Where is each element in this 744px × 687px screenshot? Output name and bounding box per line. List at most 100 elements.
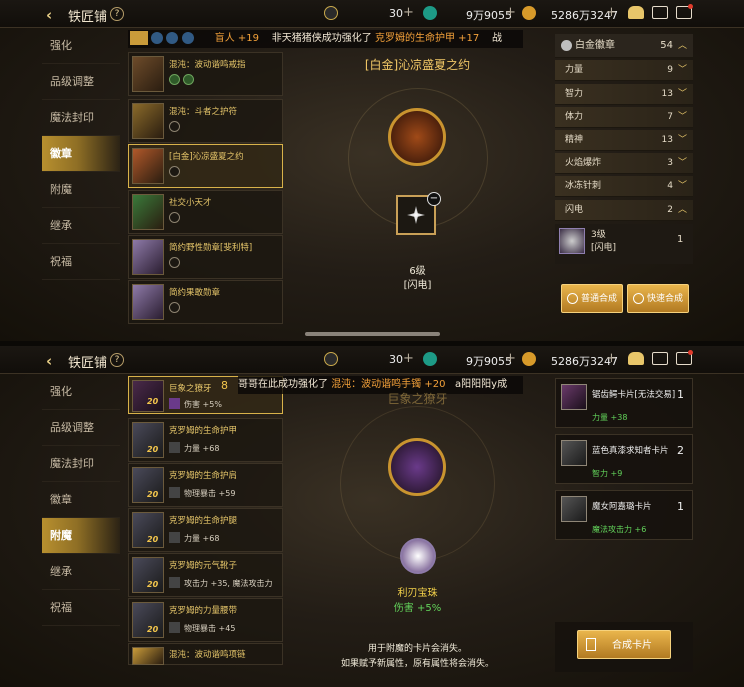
page-title: 铁匠铺 (68, 356, 108, 371)
card-item[interactable]: 锯齿鳄卡片[无法交易] 力量 +38 1 (555, 378, 693, 428)
coin-icon (324, 6, 338, 20)
help-icon[interactable]: ? (110, 7, 124, 21)
mail-icon[interactable] (652, 352, 668, 365)
treasure-icon[interactable] (628, 6, 644, 19)
chevron-up-icon[interactable]: ︿ (678, 200, 687, 221)
fast-combine-button[interactable]: 快速合成 (627, 284, 689, 313)
chevron-up-icon[interactable]: ︿ (678, 34, 687, 58)
list-item[interactable]: 20 克罗姆的生命护甲 力量 +68 (128, 418, 283, 462)
combine-cards-button[interactable]: 合成卡片 (577, 630, 671, 659)
list-item[interactable]: 社交小天才 (128, 190, 283, 234)
nav-bless[interactable]: 祝福 (42, 244, 120, 280)
stat-row[interactable]: 智力 13 ﹀ (555, 84, 693, 105)
plus-icon[interactable]: + (403, 5, 414, 20)
ticker-text-d: 战 (491, 33, 502, 44)
list-item[interactable]: 简约野性勋章[斐利特] (128, 235, 283, 279)
stat-row[interactable]: 体力 7 ﹀ (555, 107, 693, 128)
list-item[interactable]: 20 克罗姆的力量腰带 物理暴击 +45 (128, 598, 283, 642)
remove-badge-button[interactable]: − (427, 192, 441, 206)
nav-grade[interactable]: 品级调整 (42, 410, 120, 446)
list-item[interactable]: 简约果敢勋章 (128, 280, 283, 324)
nav-seal[interactable]: 魔法封印 (42, 100, 120, 136)
item-name: 克罗姆的元气靴子 (169, 561, 238, 571)
plus-icon[interactable]: + (606, 5, 617, 20)
socket-icon (169, 212, 180, 223)
combine-icon (633, 293, 644, 304)
stat-label: 力量 (565, 65, 584, 75)
chevron-down-icon[interactable]: ﹀ (678, 176, 687, 197)
stat-value: 7 (667, 112, 673, 122)
stat-row[interactable]: 精神 13 ﹀ (555, 130, 693, 151)
plus-icon[interactable]: + (403, 351, 414, 366)
stat-row[interactable]: 闪电 2 ︿ (555, 200, 693, 221)
list-item-selected[interactable]: [白金]沁凉盛夏之约 (128, 144, 283, 188)
item-name: [白金]沁凉盛夏之约 (169, 152, 244, 162)
nav-bless[interactable]: 祝福 (42, 590, 120, 626)
gem-slot-icon[interactable] (400, 538, 436, 574)
nav-enchant[interactable]: 附魔 (42, 518, 120, 554)
note-line-1: 用于附魔的卡片会消失。 (367, 644, 467, 654)
nav-inherit[interactable]: 继承 (42, 554, 120, 590)
notification-dot (688, 4, 693, 9)
plus-icon[interactable]: + (505, 351, 516, 366)
list-item[interactable]: 20 克罗姆的生命护肩 物理暴击 +59 (128, 463, 283, 507)
nav-grade[interactable]: 品级调整 (42, 64, 120, 100)
treasure-icon[interactable] (628, 352, 644, 365)
chevron-down-icon[interactable]: ﹀ (678, 107, 687, 128)
card-thumb (561, 496, 587, 522)
chevron-down-icon[interactable]: ﹀ (678, 130, 687, 151)
gold-icon (522, 6, 536, 20)
sidebar: 强化 品级调整 魔法封印 徽章 附魔 继承 祝福 (42, 374, 120, 684)
item-thumb (132, 647, 164, 665)
stat-row[interactable]: 冰冻针刺 4 ﹀ (555, 176, 693, 197)
item-name: 混沌：斗者之护符 (169, 107, 238, 117)
sub-item-row[interactable]: 3级 [闪电] 1 (555, 224, 693, 264)
nav-inherit[interactable]: 继承 (42, 208, 120, 244)
normal-combine-button[interactable]: 普通合成 (561, 284, 623, 313)
list-item[interactable]: 混沌：波动谐鸣项链 (128, 643, 283, 665)
chevron-down-icon[interactable]: ﹀ (678, 84, 687, 105)
item-level: 20 (147, 535, 159, 544)
ticker-text-b: 混沌：波动谐鸣手镯 +20 (331, 379, 446, 390)
item-stat: 攻击力 +35, 魔法攻击力 (184, 579, 273, 588)
stat-row[interactable]: 力量 9 ﹀ (555, 60, 693, 81)
stat-label: 火焰爆炸 (565, 158, 602, 168)
card-slot-icon (169, 532, 180, 543)
mail-icon[interactable] (652, 6, 668, 19)
chevron-down-icon[interactable]: ﹀ (678, 60, 687, 81)
back-icon[interactable]: ‹ (46, 352, 52, 370)
list-item[interactable]: 20 克罗姆的元气靴子 攻击力 +35, 魔法攻击力 (128, 553, 283, 597)
nav-enchant[interactable]: 附魔 (42, 172, 120, 208)
item-level: 20 (147, 625, 159, 634)
list-item[interactable]: 混沌：波动谐鸣戒指 (128, 52, 283, 96)
nav-enhance[interactable]: 强化 (42, 28, 120, 64)
list-item[interactable]: 混沌：斗者之护符 (128, 99, 283, 143)
card-thumb (561, 384, 587, 410)
nav-badge[interactable]: 徽章 (42, 136, 120, 172)
item-thumb (132, 148, 164, 184)
nav-seal[interactable]: 魔法封印 (42, 446, 120, 482)
nav-enhance[interactable]: 强化 (42, 374, 120, 410)
card-item[interactable]: 蓝色真漆求知者卡片 智力 +9 2 (555, 434, 693, 484)
plus-icon[interactable]: + (606, 351, 617, 366)
card-item[interactable]: 魔女阿嘉璐卡片 魔法攻击力 +6 1 (555, 490, 693, 540)
selected-item-icon[interactable] (388, 438, 446, 496)
item-name: 简约野性勋章[斐利特] (169, 243, 253, 253)
announcement-ticker: 盲人 +19 非天猪猪侠成功强化了 克罗姆的生命护甲 +17 战 (128, 30, 523, 48)
badge-panel: ‹ 铁匠铺 ? 30 + 9万9055 + 5286万3247 + 强化 品级调… (0, 0, 744, 341)
list-item[interactable]: 20 克罗姆的生命护腿 力量 +68 (128, 508, 283, 552)
back-icon[interactable]: ‹ (46, 6, 52, 24)
home-indicator (305, 332, 440, 336)
stat-value: 13 (661, 135, 673, 145)
item-name: 克罗姆的生命护肩 (169, 471, 238, 481)
sidebar: 强化 品级调整 魔法封印 徽章 附魔 继承 祝福 (42, 28, 120, 338)
card-slot-icon (169, 442, 180, 453)
stat-row[interactable]: 火焰爆炸 3 ﹀ (555, 153, 693, 174)
item-level: 20 (147, 445, 159, 454)
nav-badge[interactable]: 徽章 (42, 482, 120, 518)
stats-header[interactable]: 白金徽章 54 ︿ (555, 34, 693, 58)
selected-item-icon[interactable] (388, 108, 446, 166)
help-icon[interactable]: ? (110, 353, 124, 367)
plus-icon[interactable]: + (505, 5, 516, 20)
chevron-down-icon[interactable]: ﹀ (678, 153, 687, 174)
